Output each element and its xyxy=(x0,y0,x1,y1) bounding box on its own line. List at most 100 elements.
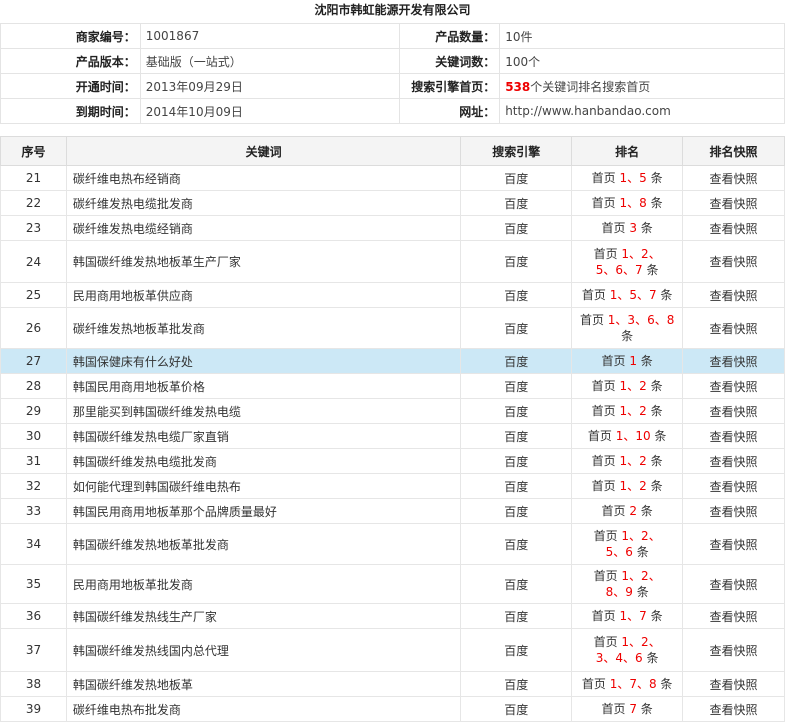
table-row[interactable]: 39 碳纤维电热布批发商 百度 首页 7 条查看快照 xyxy=(0,696,785,722)
engine-cell: 百度 xyxy=(460,190,573,216)
keyword-cell: 碳纤维电热布批发商 xyxy=(65,696,462,722)
table-header-row: 序号 关键词 搜索引擎 排名 排名快照 xyxy=(0,136,785,166)
table-row[interactable]: 30 韩国碳纤维发热电缆厂家直销 百度 首页 1、10 条查看快照 xyxy=(0,423,785,449)
search-home-text: 个关键词排名搜索首页 xyxy=(530,79,651,94)
view-snapshot-link[interactable]: 查看快照 xyxy=(682,628,785,672)
merchant-id-value: 1001867 xyxy=(139,23,401,49)
view-snapshot-link[interactable]: 查看快照 xyxy=(682,282,785,308)
rank-prefix: 首页 xyxy=(581,677,606,691)
table-row[interactable]: 29 那里能买到韩国碳纤维发热电缆 百度 首页 1、2 条查看快照 xyxy=(0,398,785,424)
rank-prefix: 首页 xyxy=(601,504,626,518)
rank-positions: 1、2 xyxy=(619,479,647,493)
table-row[interactable]: 22 碳纤维发热电缆批发商 百度 首页 1、8 条查看快照 xyxy=(0,190,785,216)
rank-positions: 1 xyxy=(629,354,637,368)
rank-prefix: 首页 xyxy=(593,529,618,543)
search-home-value: 538个关键词排名搜索首页 xyxy=(499,73,785,99)
open-time-value: 2013年09月29日 xyxy=(139,73,401,99)
row-number: 36 xyxy=(0,603,67,629)
row-number: 38 xyxy=(0,671,67,697)
row-number: 39 xyxy=(0,696,67,722)
view-snapshot-link[interactable]: 查看快照 xyxy=(682,523,785,565)
row-number: 34 xyxy=(0,523,67,565)
table-row[interactable]: 33 韩国民用商用地板革那个品牌质量最好 百度 首页 2 条查看快照 xyxy=(0,498,785,524)
view-snapshot-link[interactable]: 查看快照 xyxy=(682,671,785,697)
rank-prefix: 首页 xyxy=(601,221,626,235)
engine-cell: 百度 xyxy=(460,603,573,629)
view-snapshot-link[interactable]: 查看快照 xyxy=(682,423,785,449)
rank-suffix: 条 xyxy=(636,545,649,559)
rank-positions: 1、3、6、8 xyxy=(607,313,675,327)
view-snapshot-link[interactable]: 查看快照 xyxy=(682,498,785,524)
view-snapshot-link[interactable]: 查看快照 xyxy=(682,307,785,349)
engine-cell: 百度 xyxy=(460,398,573,424)
rank-suffix: 条 xyxy=(646,651,659,665)
rank-cell: 首页 1、7 条 xyxy=(571,603,684,629)
row-number: 35 xyxy=(0,564,67,604)
url-link[interactable]: http://www.hanbandao.com xyxy=(499,98,785,124)
view-snapshot-link[interactable]: 查看快照 xyxy=(682,348,785,374)
keyword-cell: 韩国碳纤维发热地板革 xyxy=(65,671,462,697)
table-row[interactable]: 31 韩国碳纤维发热电缆批发商 百度 首页 1、2 条查看快照 xyxy=(0,448,785,474)
table-row[interactable]: 34 韩国碳纤维发热地板革批发商 百度 首页 1、2、5、6 条查看快照 xyxy=(0,523,785,565)
rank-cell: 首页 1、2、3、4、6 条 xyxy=(571,628,684,672)
engine-cell: 百度 xyxy=(460,240,573,283)
table-row[interactable]: 24 韩国碳纤维发热地板革生产厂家 百度 首页 1、2、5、6、7 条查看快照 xyxy=(0,240,785,283)
view-snapshot-link[interactable]: 查看快照 xyxy=(682,696,785,722)
url-label: 网址： xyxy=(399,98,501,124)
row-number: 37 xyxy=(0,628,67,672)
engine-cell: 百度 xyxy=(460,165,573,191)
view-snapshot-link[interactable]: 查看快照 xyxy=(682,373,785,399)
rank-prefix: 首页 xyxy=(591,171,616,185)
keyword-cell: 韩国民用商用地板革那个品牌质量最好 xyxy=(65,498,462,524)
rank-positions: 3 xyxy=(629,221,637,235)
engine-cell: 百度 xyxy=(460,564,573,604)
table-row[interactable]: 37 韩国碳纤维发热线国内总代理 百度 首页 1、2、3、4、6 条查看快照 xyxy=(0,628,785,672)
engine-cell: 百度 xyxy=(460,282,573,308)
table-row[interactable]: 36 韩国碳纤维发热线生产厂家 百度 首页 1、7 条查看快照 xyxy=(0,603,785,629)
view-snapshot-link[interactable]: 查看快照 xyxy=(682,240,785,283)
row-number: 30 xyxy=(0,423,67,449)
view-snapshot-link[interactable]: 查看快照 xyxy=(682,398,785,424)
table-row[interactable]: 38 韩国碳纤维发热地板革 百度 首页 1、7、8 条查看快照 xyxy=(0,671,785,697)
engine-cell: 百度 xyxy=(460,348,573,374)
table-row[interactable]: 28 韩国民用商用地板革价格 百度 首页 1、2 条查看快照 xyxy=(0,373,785,399)
view-snapshot-link[interactable]: 查看快照 xyxy=(682,603,785,629)
view-snapshot-link[interactable]: 查看快照 xyxy=(682,190,785,216)
rank-cell: 首页 1、5 条 xyxy=(571,165,684,191)
rank-cell: 首页 2 条 xyxy=(571,498,684,524)
table-row[interactable]: 35 民用商用地板革批发商 百度 首页 1、2、8、9 条查看快照 xyxy=(0,564,785,604)
rank-cell: 首页 1、3、6、8 条 xyxy=(571,307,684,349)
engine-cell: 百度 xyxy=(460,523,573,565)
table-row[interactable]: 27 韩国保健床有什么好处 百度 首页 1 条查看快照 xyxy=(0,348,785,374)
view-snapshot-link[interactable]: 查看快照 xyxy=(682,448,785,474)
keyword-cell: 韩国民用商用地板革价格 xyxy=(65,373,462,399)
rank-prefix: 首页 xyxy=(601,354,626,368)
keyword-count-label: 关键词数： xyxy=(399,48,501,74)
row-number: 24 xyxy=(0,240,67,283)
rank-cell: 首页 1、2、5、6、7 条 xyxy=(571,240,684,283)
view-snapshot-link[interactable]: 查看快照 xyxy=(682,165,785,191)
view-snapshot-link[interactable]: 查看快照 xyxy=(682,215,785,241)
header-snapshot: 排名快照 xyxy=(682,136,785,166)
rank-positions: 1、5、7 xyxy=(609,288,657,302)
rank-prefix: 首页 xyxy=(591,454,616,468)
row-number: 26 xyxy=(0,307,67,349)
keyword-count-value: 100个 xyxy=(499,48,785,74)
table-row[interactable]: 25 民用商用地板革供应商 百度 首页 1、5、7 条查看快照 xyxy=(0,282,785,308)
keyword-cell: 碳纤维发热电缆批发商 xyxy=(65,190,462,216)
view-snapshot-link[interactable]: 查看快照 xyxy=(682,473,785,499)
engine-cell: 百度 xyxy=(460,473,573,499)
table-row[interactable]: 21 碳纤维电热布经销商 百度 首页 1、5 条查看快照 xyxy=(0,165,785,191)
table-row[interactable]: 23 碳纤维发热电缆经销商 百度 首页 3 条查看快照 xyxy=(0,215,785,241)
rank-suffix: 条 xyxy=(650,479,663,493)
table-row[interactable]: 26 碳纤维发热地板革批发商 百度 首页 1、3、6、8 条查看快照 xyxy=(0,307,785,349)
keyword-cell: 碳纤维电热布经销商 xyxy=(65,165,462,191)
rank-suffix: 条 xyxy=(636,585,649,599)
view-snapshot-link[interactable]: 查看快照 xyxy=(682,564,785,604)
rank-prefix: 首页 xyxy=(593,569,618,583)
engine-cell: 百度 xyxy=(460,448,573,474)
table-row[interactable]: 32 如何能代理到韩国碳纤维电热布 百度 首页 1、2 条查看快照 xyxy=(0,473,785,499)
engine-cell: 百度 xyxy=(460,696,573,722)
keyword-cell: 如何能代理到韩国碳纤维电热布 xyxy=(65,473,462,499)
rank-cell: 首页 1、2 条 xyxy=(571,473,684,499)
